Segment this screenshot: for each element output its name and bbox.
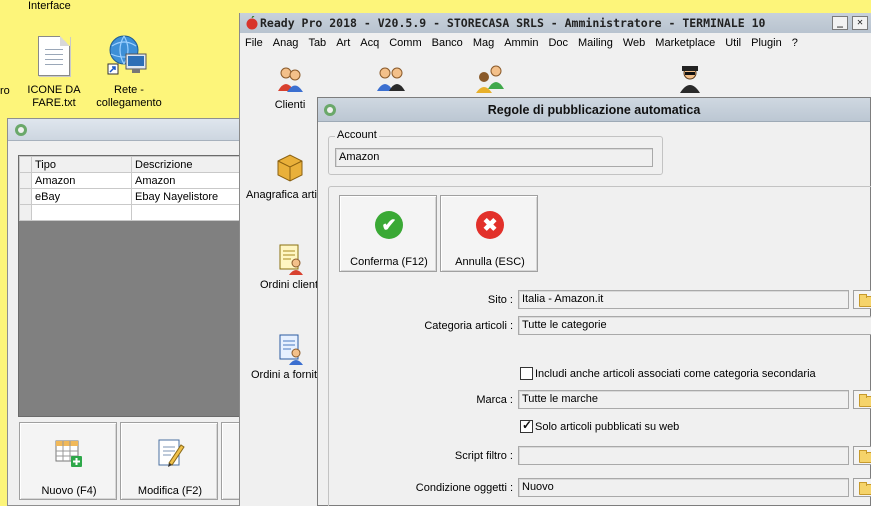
includi-secondaria-label: Includi anche articoli associati come ca… [535,368,816,380]
network-shortcut-icon [107,35,147,75]
menu-comm[interactable]: Comm [384,33,426,53]
grid-cell-descrizione[interactable]: Ebay Nayelistore [131,188,249,205]
confirm-button-label: Conferma (F12) [350,256,428,268]
modifica-button-label: Modifica (F2) [137,485,203,497]
categoria-label: Categoria articoli : [424,320,513,332]
script-filtro-label: Script filtro : [454,450,513,462]
app-title: Ready Pro 2018 - V20.5.9 - STORECASA SRL… [260,16,766,30]
sito-folder-icon[interactable] [853,290,871,309]
nuovo-button-label: Nuovo (F4) [41,485,97,497]
menu-file[interactable]: File [240,33,268,53]
account-field[interactable]: Amazon [335,148,653,167]
grid-cell-tipo[interactable]: Amazon [31,172,132,189]
menu-doc[interactable]: Doc [543,33,573,53]
menu-art[interactable]: Art [331,33,355,53]
text-file-icon [38,36,70,76]
dialog-titlebar[interactable]: Regole di pubblicazione automatica [318,98,870,122]
products-box-icon[interactable] [276,153,304,183]
publication-rules-dialog: Regole di pubblicazione automatica Accou… [317,97,871,506]
modifica-button[interactable]: Modifica (F2) [120,422,218,500]
menu-anag[interactable]: Anag [268,33,304,53]
grid-cell-descrizione[interactable]: Amazon [131,172,249,189]
includi-secondaria-checkbox[interactable] [520,367,533,380]
menu-mag[interactable]: Mag [468,33,499,53]
account-legend: Account [335,129,379,141]
solo-web-label: Solo articoli pubblicati su web [535,421,680,433]
solo-web-checkbox[interactable] [520,418,533,433]
check-icon: ✔ [375,211,403,239]
condizione-field[interactable]: Nuovo [518,478,849,497]
supplier-orders-icon[interactable] [276,333,306,365]
minimize-button[interactable]: _ [832,16,848,30]
table-row[interactable]: Amazon Amazon [19,172,249,189]
new-grid-icon [55,440,82,467]
nuovo-button[interactable]: Nuovo (F4) [19,422,117,500]
dialog-title: Regole di pubblicazione automatica [487,103,701,117]
grid-cell-tipo[interactable]: eBay [31,188,132,205]
desktop-icon-rete[interactable]: Rete - collegamento [94,34,164,114]
cross-icon: ✖ [476,211,504,239]
desktop-icon-icone-da-fare[interactable]: ICONE DA FARE.txt [24,36,84,116]
sito-field[interactable]: Italia - Amazon.it [518,290,849,309]
clients-icon[interactable] [276,65,304,93]
spy-user-icon[interactable] [676,63,704,93]
desktop-label-interface: Interface [28,0,71,12]
table-row[interactable]: eBay Ebay Nayelistore [19,188,249,205]
marca-field[interactable]: Tutte le marche [518,390,849,409]
menu-bar: File Anag Tab Art Acq Comm Banco Mag Ammin Doc Mai… [240,33,871,53]
desktop-icon-label-line2: FARE.txt [32,97,76,109]
close-button[interactable]: ✕ [852,16,868,30]
menu-mailing[interactable]: Mailing [573,33,618,53]
confirm-button[interactable]: ✔ Conferma (F12) [339,195,437,272]
desktop-icon-label-line2: collegamento [96,97,162,109]
account-groupbox: Account Amazon [328,129,663,175]
menu-tab[interactable]: Tab [303,33,331,53]
marca-folder-icon[interactable] [853,390,871,409]
app-logo-icon [15,124,27,136]
app-logo-icon [324,104,336,116]
agents-icon[interactable] [376,65,406,93]
marca-label: Marca : [476,394,513,406]
menu-plugin[interactable]: Plugin [746,33,787,53]
script-filtro-field[interactable] [518,446,849,465]
categoria-field[interactable]: Tutte le categorie [518,316,871,335]
edit-document-icon [158,439,185,467]
cancel-button-label: Annulla (ESC) [455,256,525,268]
menu-help[interactable]: ? [787,33,803,53]
desktop-label-partial: ro [0,85,10,97]
sidebar-item-anagrafica-articoli[interactable]: Anagrafica arti [246,189,326,201]
grid-header-descrizione[interactable]: Descrizione [131,156,249,173]
menu-banco[interactable]: Banco [427,33,468,53]
menu-ammin[interactable]: Ammin [499,33,543,53]
users-group-icon[interactable] [474,63,506,93]
back-window-titlebar[interactable] [8,119,246,141]
menu-web[interactable]: Web [618,33,650,53]
script-filtro-folder-icon[interactable] [853,446,871,465]
grid-header-tipo[interactable]: Tipo [31,156,132,173]
marketplace-accounts-window: Tipo Descrizione Amazon Amazon eBay Ebay… [7,118,251,506]
condizione-folder-icon[interactable] [853,478,871,497]
menu-util[interactable]: Util [720,33,746,53]
desktop-icon-label-line1: ICONE DA [27,84,81,96]
desktop-icon-label-line1: Rete - [114,84,144,96]
customer-orders-icon[interactable] [276,243,306,275]
sito-label: Sito : [487,294,513,306]
menu-acq[interactable]: Acq [355,33,384,53]
accounts-grid[interactable]: Tipo Descrizione Amazon Amazon eBay Ebay… [18,155,249,417]
table-row[interactable] [19,204,249,221]
main-titlebar[interactable]: Ready Pro 2018 - V20.5.9 - STORECASA SRL… [240,13,871,33]
cancel-button[interactable]: ✖ Annulla (ESC) [440,195,538,272]
ready-pro-logo-icon [246,16,258,30]
menu-marketplace[interactable]: Marketplace [650,33,720,53]
condizione-label: Condizione oggetti : [415,482,513,494]
